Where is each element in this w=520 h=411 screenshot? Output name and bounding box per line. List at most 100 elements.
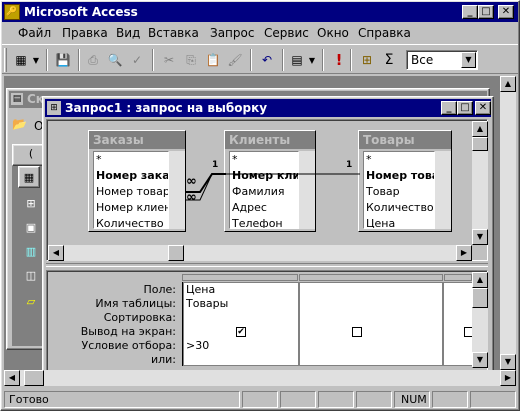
show-table-icon[interactable]: ⊞ <box>356 49 378 71</box>
spelling-icon[interactable]: ✓ <box>126 49 148 71</box>
scroll-right-icon[interactable]: ▶ <box>500 370 516 386</box>
field-item[interactable]: Номер заказа <box>94 168 168 184</box>
app-title-bar[interactable]: 🔑 Microsoft Access _ □ ✕ <box>2 2 518 22</box>
cut-icon[interactable]: ✂ <box>158 49 180 71</box>
menu-window[interactable]: Окно <box>317 26 349 40</box>
column-selector[interactable] <box>444 274 472 281</box>
grid-show-cell[interactable] <box>300 325 442 339</box>
menu-edit[interactable]: Правка <box>62 26 108 40</box>
grid-sort-cell[interactable] <box>300 311 442 325</box>
pages-object-icon[interactable]: ◫ <box>20 264 42 286</box>
query-type-dropdown-icon[interactable]: ▼ <box>306 49 318 71</box>
join-line-orders-products[interactable] <box>186 173 360 201</box>
table-pane-hscroll[interactable]: ◀ ▶ <box>48 245 472 261</box>
close-button[interactable]: ✕ <box>498 5 514 19</box>
query-maximize-button[interactable]: □ <box>457 101 473 115</box>
top-values-combo[interactable]: Все ▼ <box>406 50 478 70</box>
field-item[interactable]: Товар <box>364 184 434 200</box>
grid-show-cell[interactable] <box>444 325 473 339</box>
table-orders-fields[interactable]: * Номер заказа Номер товара Номер клиент… <box>93 151 169 229</box>
grid-vscroll[interactable]: ▲ ▼ <box>472 272 488 368</box>
scroll-up-icon[interactable]: ▲ <box>472 121 488 137</box>
combo-dropdown-icon[interactable]: ▼ <box>461 52 476 68</box>
copy-icon[interactable]: ⎘ <box>180 49 202 71</box>
pane-splitter[interactable] <box>46 263 488 267</box>
grid-criteria-cell[interactable]: >30 <box>184 339 298 353</box>
field-item[interactable]: Количество <box>94 216 168 228</box>
query-window-title-bar[interactable]: ⊞ Запрос1 : запрос на выборку _ □ ✕ <box>45 99 491 117</box>
scroll-left-icon[interactable]: ◀ <box>48 245 64 261</box>
scroll-thumb[interactable] <box>472 288 488 308</box>
table-pane-vscroll[interactable]: ▲ ▼ <box>472 121 488 245</box>
column-selector[interactable] <box>299 274 443 281</box>
menu-tools[interactable]: Сервис <box>264 26 309 40</box>
field-item[interactable]: Номер клиента <box>94 200 168 216</box>
scroll-thumb[interactable] <box>24 370 44 386</box>
print-icon[interactable]: ⎙ <box>82 49 104 71</box>
db-open-icon[interactable]: 📂 <box>12 117 30 135</box>
table-products-fields[interactable]: * Номер товара Товар Количество Цена <box>363 151 435 229</box>
grid-sort-cell[interactable] <box>444 311 473 325</box>
table-orders-title[interactable]: Заказы <box>89 131 185 149</box>
menu-file[interactable]: Файл <box>18 26 51 40</box>
query-close-button[interactable]: ✕ <box>475 101 491 115</box>
field-item[interactable]: Номер товара <box>94 184 168 200</box>
field-item[interactable]: Цена <box>364 216 434 228</box>
table-products[interactable]: Товары * Номер товара Товар Количество Ц… <box>358 130 452 232</box>
grid-or-cell[interactable] <box>300 353 442 365</box>
table-products-scrollbar[interactable] <box>435 151 451 229</box>
scroll-right-icon[interactable]: ▶ <box>456 245 472 261</box>
grid-sort-cell[interactable] <box>184 311 298 325</box>
table-customers-title[interactable]: Клиенты <box>225 131 315 149</box>
undo-icon[interactable]: ↶ <box>256 49 278 71</box>
grid-field-cell[interactable] <box>444 283 473 297</box>
paste-icon[interactable]: 📋 <box>202 49 224 71</box>
save-icon[interactable]: 💾 <box>52 49 74 71</box>
grid-criteria-cell[interactable] <box>444 339 473 353</box>
grid-show-cell[interactable]: ✔ <box>184 325 298 339</box>
forms-object-icon[interactable]: ▣ <box>20 216 42 238</box>
menu-insert[interactable]: Вставка <box>148 26 199 40</box>
show-checkbox[interactable] <box>352 327 362 337</box>
reports-object-icon[interactable]: ▥ <box>20 240 42 262</box>
macros-object-icon[interactable]: ▱ <box>20 290 42 312</box>
scroll-left-icon[interactable]: ◀ <box>4 370 20 386</box>
totals-icon[interactable]: Σ <box>378 49 400 71</box>
queries-object-icon[interactable]: ⊞ <box>20 192 42 214</box>
grid-table-cell[interactable] <box>300 297 442 311</box>
scroll-down-icon[interactable]: ▼ <box>500 354 516 370</box>
menu-query[interactable]: Запрос <box>210 26 254 40</box>
menu-help[interactable]: Справка <box>358 26 411 40</box>
grid-or-cell[interactable] <box>184 353 298 365</box>
scroll-thumb[interactable] <box>168 245 184 261</box>
grid-field-cell[interactable]: Цена <box>184 283 298 297</box>
scroll-thumb[interactable] <box>472 137 488 151</box>
scroll-down-icon[interactable]: ▼ <box>472 229 488 245</box>
grid-criteria-cell[interactable] <box>300 339 442 353</box>
table-orders[interactable]: Заказы * Номер заказа Номер товара Номер… <box>88 130 186 232</box>
grid-or-cell[interactable] <box>444 353 473 365</box>
print-preview-icon[interactable]: 🔍 <box>104 49 126 71</box>
run-icon[interactable]: ! <box>328 49 350 71</box>
field-item[interactable]: * <box>94 152 168 168</box>
field-item[interactable]: * <box>364 152 434 168</box>
show-checkbox[interactable]: ✔ <box>236 327 246 337</box>
mdi-hscroll[interactable]: ◀ ▶ <box>4 370 516 386</box>
grid-table-cell[interactable] <box>444 297 473 311</box>
menu-view[interactable]: Вид <box>116 26 140 40</box>
field-item[interactable]: Телефон <box>230 216 298 228</box>
field-item[interactable]: Количество <box>364 200 434 216</box>
table-products-title[interactable]: Товары <box>359 131 451 149</box>
format-painter-icon[interactable]: 🖌 <box>224 49 246 71</box>
query-type-icon[interactable]: ▤ <box>286 49 308 71</box>
mdi-vscroll[interactable]: ▲ ▼ <box>500 76 516 370</box>
field-item[interactable]: Номер товара <box>364 168 434 184</box>
scroll-down-icon[interactable]: ▼ <box>472 352 488 368</box>
minimize-button[interactable]: _ <box>462 5 478 19</box>
column-selector[interactable] <box>182 274 298 281</box>
access-key-icon[interactable]: 🔑 <box>4 4 20 20</box>
query-minimize-button[interactable]: _ <box>441 101 457 115</box>
grid-field-cell[interactable] <box>300 283 442 297</box>
view-icon[interactable]: ▦ <box>10 49 32 71</box>
scroll-up-icon[interactable]: ▲ <box>500 76 516 92</box>
